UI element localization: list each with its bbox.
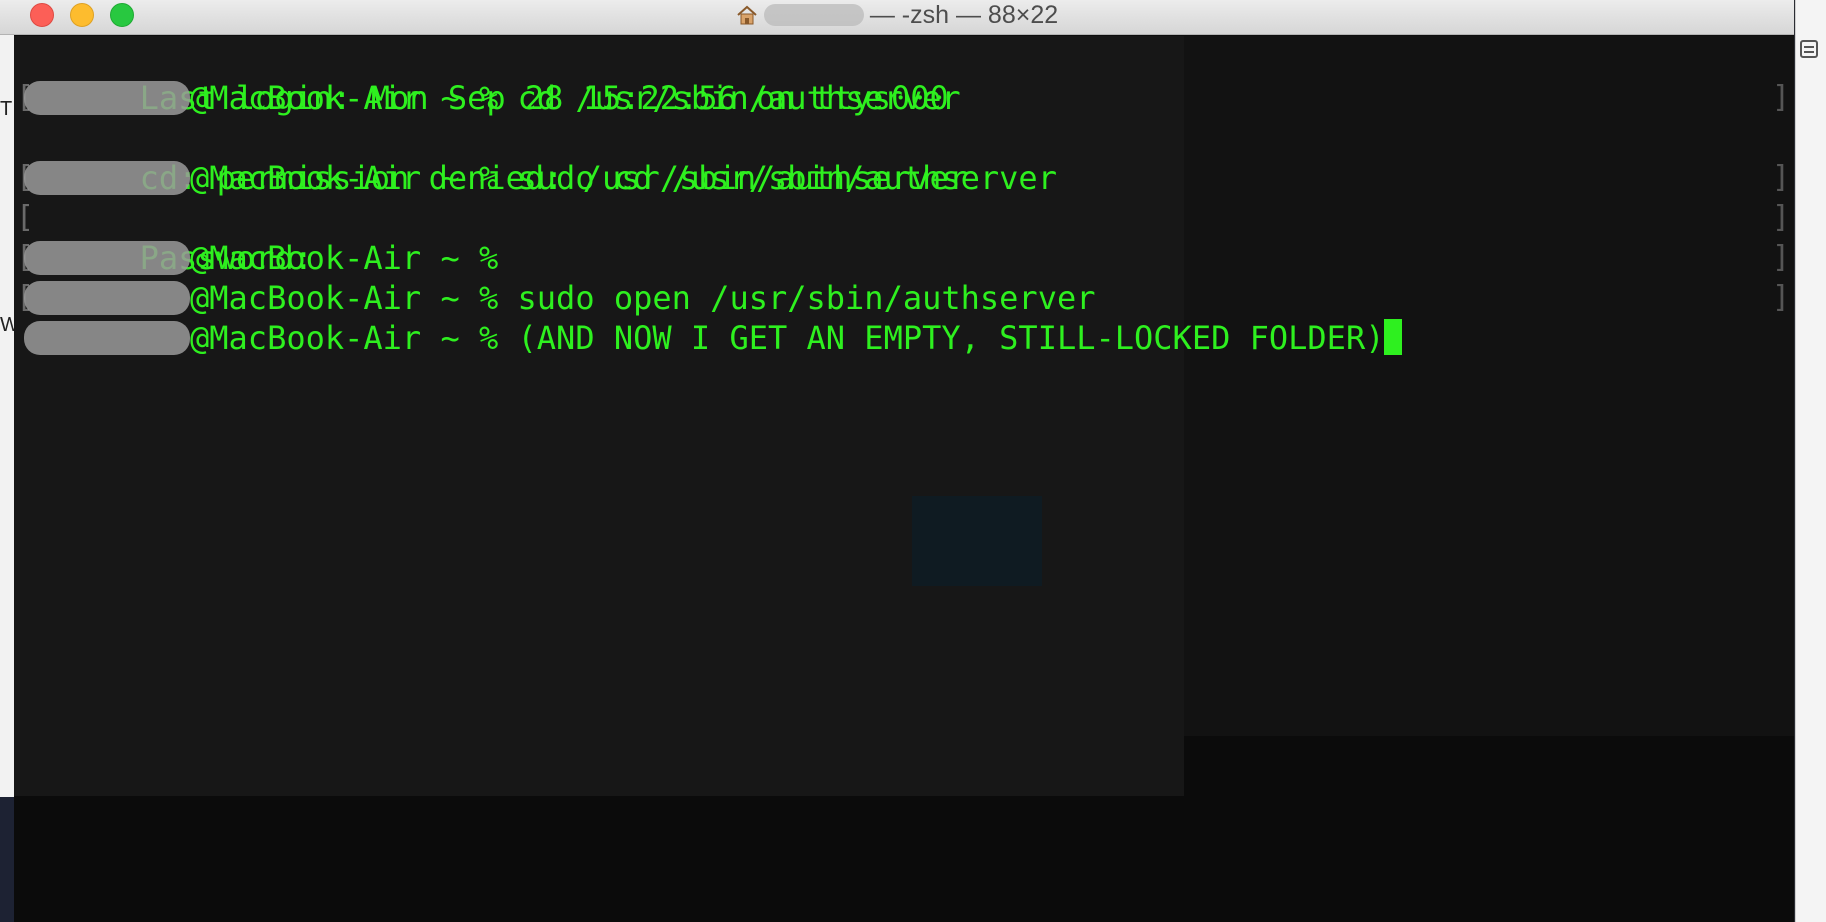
background-window-edge: T W [0,0,19,922]
terminal-window: — -zsh — 88×22 Last login: Mon Sep 28 15… [0,0,1794,922]
command: sudo cd /usr/sbin/authserver [517,159,1057,197]
window-title-area: — -zsh — 88×22 [0,0,1794,30]
background-window-edge-right [1795,0,1826,922]
terminal-line: @MacBook-Air ~ % sudo cd /usr/sbin/auths… [24,158,1057,198]
prompt: @MacBook-Air ~ % [190,239,518,277]
terminal-content[interactable]: Last login: Mon Sep 28 15:22:56 on ttys0… [14,36,1794,922]
sidebar-toggle-icon[interactable] [1800,40,1818,58]
redacted-username [24,241,190,275]
terminal-line: cd: permission denied: /usr/sbin/authser… [24,118,968,197]
redacted-username [24,81,190,115]
line-marker-right: ] [1771,160,1790,195]
command: sudo open /usr/sbin/authserver [517,279,1096,317]
background-ghost-panel-right [1184,36,1794,736]
prompt: @MacBook-Air ~ % [190,319,518,357]
line-marker-right: ] [1771,280,1790,315]
terminal-line: @MacBook-Air ~ % (AND NOW I GET AN EMPTY… [24,318,1403,358]
terminal-line: Password: [24,198,313,277]
text-cursor [1384,319,1403,355]
terminal-line: @MacBook-Air ~ % cd /usr/sbin/authserver [24,78,961,118]
title-bar[interactable]: — -zsh — 88×22 [0,0,1794,35]
terminal-line: Last login: Mon Sep 28 15:22:56 on ttys0… [139,79,949,117]
terminal-line: @MacBook-Air ~ % [24,238,518,278]
line-marker-right: ] [1771,80,1790,115]
redacted-username [24,321,190,355]
background-ghost-box [912,496,1042,586]
command: (AND NOW I GET AN EMPTY, STILL-LOCKED FO… [517,319,1385,357]
prompt: @MacBook-Air ~ % [190,159,518,197]
line-marker-right: ] [1771,200,1790,235]
prompt: @MacBook-Air ~ % [190,79,518,117]
line-marker-right: ] [1771,240,1790,275]
command: cd /usr/sbin/authserver [517,79,961,117]
terminal-line: @MacBook-Air ~ % sudo open /usr/sbin/aut… [24,278,1095,318]
redacted-username [763,4,864,26]
prompt: @MacBook-Air ~ % [190,279,518,317]
redacted-username [24,281,190,315]
window-title: — -zsh — 88×22 [869,1,1059,29]
redacted-username [24,161,190,195]
home-icon [736,3,758,25]
